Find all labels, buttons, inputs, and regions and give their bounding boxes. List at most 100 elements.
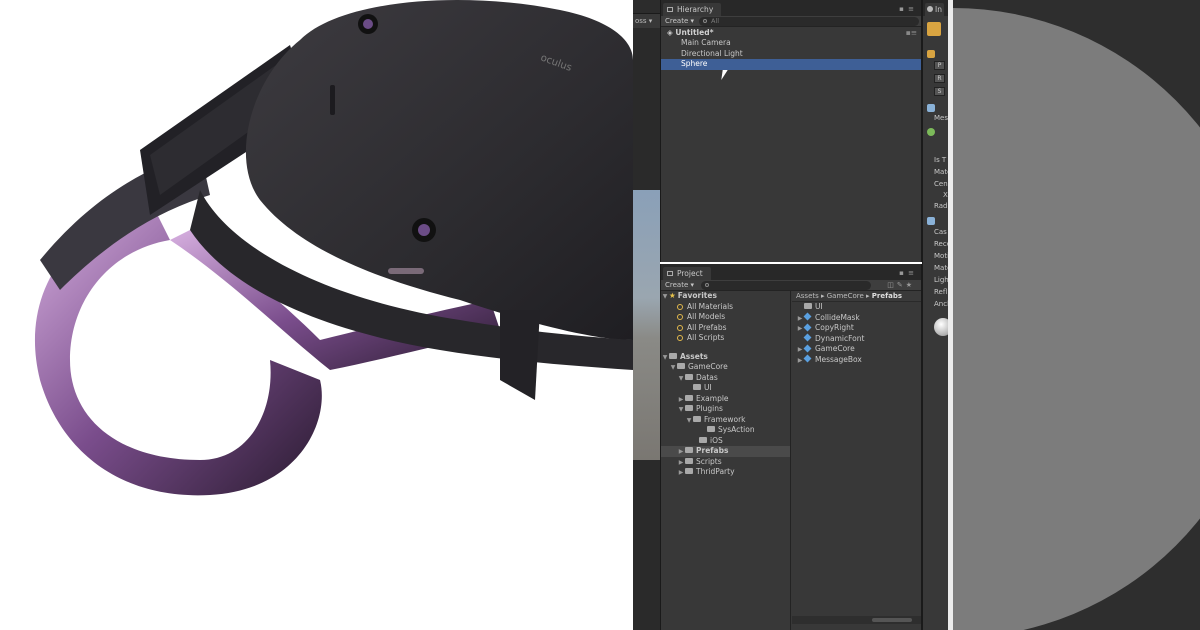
- inspector-row: Mes: [934, 114, 948, 122]
- folder-thirdparty[interactable]: ▶ ThridParty: [661, 467, 790, 478]
- scale-label[interactable]: S: [934, 87, 945, 96]
- breadcrumb: Assets ▸ GameCore ▸ Prefabs: [792, 291, 921, 302]
- icon-size-slider[interactable]: [792, 616, 921, 624]
- folder-label: Framework: [704, 414, 746, 424]
- folder-icon: [685, 468, 693, 474]
- project-folder-tree: ▼ ★ Favorites All Materials All Models All…: [661, 291, 791, 630]
- inspector-row: Cen: [934, 180, 948, 188]
- project-filter-icons[interactable]: ◫✎★: [887, 280, 915, 291]
- favorites-header[interactable]: ▼ ★ Favorites: [661, 291, 790, 302]
- folder-prefabs-selected[interactable]: ▶ Prefabs: [661, 446, 790, 457]
- favorite-label: All Scripts: [687, 333, 725, 342]
- file-item-prefab[interactable]: DynamicFont: [792, 333, 921, 345]
- folder-plugins[interactable]: ▼ Plugins: [661, 404, 790, 415]
- search-icon: [677, 314, 683, 320]
- transform-icon: [927, 50, 935, 58]
- folder-label: Example: [696, 393, 729, 403]
- hierarchy-item-selected[interactable]: Sphere: [661, 59, 921, 70]
- favorite-item[interactable]: All Materials: [661, 302, 790, 313]
- project-toolbar: Create ▾ ◫✎★: [661, 280, 921, 291]
- folder-icon: [685, 457, 693, 464]
- search-icon: [677, 335, 683, 341]
- project-search-input[interactable]: [701, 281, 871, 290]
- folder-example[interactable]: ▶ Example: [661, 394, 790, 405]
- file-item-prefab[interactable]: ▶ CopyRight: [792, 323, 921, 334]
- folder-icon: [804, 303, 812, 309]
- screenshot-stage: oculus oss ▾ Hierarchy ▪ ≡ Create ▾ All …: [0, 0, 1200, 630]
- folder-framework[interactable]: ▼ Framework: [661, 415, 790, 426]
- file-label: UI: [815, 302, 823, 311]
- search-icon: [677, 324, 683, 331]
- hierarchy-panel: Hierarchy ▪ ≡ Create ▾ All ◈ Untitled* ▪…: [660, 0, 922, 262]
- folder-gamecore[interactable]: ▼ GameCore: [661, 362, 790, 373]
- hierarchy-search-placeholder: All: [711, 17, 720, 25]
- folder-ios[interactable]: iOS: [661, 436, 790, 447]
- position-label[interactable]: P: [934, 61, 945, 70]
- folder-datas[interactable]: ▼ Datas: [661, 373, 790, 384]
- file-item-prefab[interactable]: ▶ GameCore: [792, 344, 921, 355]
- favorite-label: All Materials: [687, 301, 734, 311]
- scene-toolbar-text: oss ▾: [633, 14, 660, 28]
- prefab-cube-icon: [803, 312, 812, 321]
- hierarchy-tabbar: Hierarchy ▪ ≡: [661, 0, 921, 16]
- folder-label: Scripts: [696, 456, 722, 466]
- folder-label: Plugins: [696, 404, 723, 413]
- hierarchy-search-input[interactable]: All: [699, 17, 919, 26]
- panel-menu-icon[interactable]: ▪ ≡: [899, 269, 915, 277]
- inspector-tab[interactable]: In: [925, 3, 944, 16]
- star-icon: ★: [669, 291, 676, 300]
- hierarchy-icon: [667, 7, 673, 12]
- hierarchy-item[interactable]: Main Camera: [661, 38, 921, 49]
- vr-headset-illustration: oculus: [34, 0, 633, 496]
- folder-scripts[interactable]: ▶ Scripts: [661, 457, 790, 468]
- project-icon: [667, 271, 673, 276]
- scene-view-strip[interactable]: oss ▾: [633, 0, 660, 630]
- folder-ui[interactable]: UI: [661, 383, 790, 394]
- inspector-row: Cas: [934, 228, 947, 236]
- scene-menu-icon[interactable]: ▪≡: [906, 27, 917, 38]
- breadcrumb-prefabs[interactable]: Prefabs: [872, 292, 902, 300]
- scene-tab[interactable]: [633, 0, 660, 14]
- folder-icon: [685, 373, 693, 380]
- game-view[interactable]: [953, 0, 1200, 630]
- hierarchy-toolbar: Create ▾ All: [661, 16, 921, 27]
- breadcrumb-gamecore[interactable]: GameCore: [827, 292, 864, 300]
- inspector-tab-label: In: [935, 5, 942, 14]
- slider-thumb[interactable]: [872, 618, 912, 622]
- project-create-button[interactable]: Create ▾: [665, 280, 694, 291]
- scene-root-item[interactable]: ◈ Untitled* ▪≡: [661, 27, 921, 38]
- inspector-row: Moti: [934, 252, 950, 260]
- mesh-filter-icon: [927, 104, 935, 112]
- search-icon: [677, 303, 683, 310]
- assets-root[interactable]: ▼ Assets: [661, 352, 790, 363]
- folder-label: GameCore: [688, 362, 728, 371]
- file-label: MessageBox: [815, 354, 862, 364]
- favorite-item[interactable]: All Scripts: [661, 333, 790, 344]
- favorites-label: Favorites: [677, 291, 717, 300]
- file-item-prefab[interactable]: ▶ CollideMask: [792, 312, 921, 324]
- folder-icon: [685, 394, 693, 401]
- folder-icon: [707, 426, 715, 432]
- favorite-item[interactable]: All Prefabs: [661, 323, 790, 334]
- file-label: DynamicFont: [815, 333, 865, 343]
- rotation-label[interactable]: R: [934, 74, 945, 83]
- project-tab[interactable]: Project: [663, 267, 711, 280]
- favorite-item[interactable]: All Models: [661, 312, 790, 323]
- panel-menu-icon[interactable]: ▪ ≡: [899, 5, 915, 13]
- hierarchy-create-button[interactable]: Create ▾: [665, 16, 694, 27]
- folder-label: Datas: [696, 372, 718, 382]
- breadcrumb-assets[interactable]: Assets: [796, 292, 819, 300]
- hierarchy-tab-label: Hierarchy: [677, 5, 714, 14]
- hierarchy-item[interactable]: Directional Light: [661, 49, 921, 60]
- scene-viewport[interactable]: [633, 190, 660, 460]
- rendered-sphere: [953, 8, 1200, 630]
- file-item-folder[interactable]: UI: [792, 302, 921, 313]
- file-item-prefab[interactable]: ▶ MessageBox: [792, 354, 921, 366]
- inspector-row: Rad: [934, 202, 948, 210]
- inspector-row: Is T: [934, 156, 947, 164]
- scene-name: Untitled*: [675, 28, 714, 37]
- folder-icon: [699, 436, 707, 443]
- folder-sysaction[interactable]: SysAction: [661, 425, 790, 436]
- folder-label: ThridParty: [696, 467, 735, 476]
- hierarchy-tab[interactable]: Hierarchy: [663, 3, 722, 16]
